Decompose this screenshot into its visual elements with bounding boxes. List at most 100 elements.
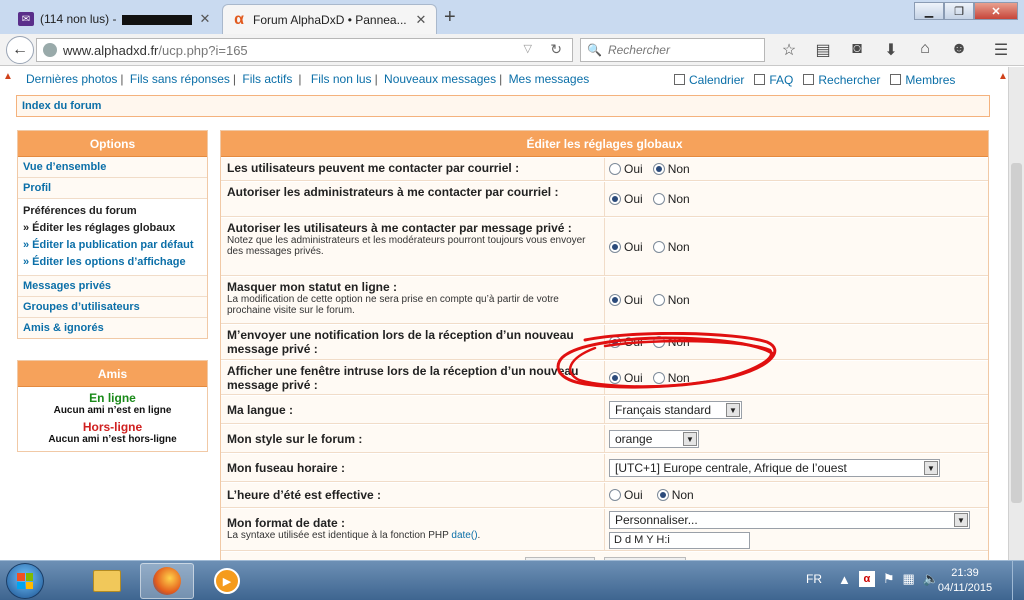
windows-taskbar: ▶ FR ▲ α ⚑ ▦ 🔈 21:39 04/11/2015 — [0, 560, 1024, 600]
browser-search-input[interactable]: 🔍 Rechercher — [580, 38, 765, 62]
link-search[interactable]: Rechercher — [803, 73, 880, 87]
back-arrow-icon[interactable]: ← — [6, 36, 34, 64]
sidebar-item-display-options[interactable]: » Éditer les options d’affichage — [23, 254, 202, 271]
pocket-icon[interactable]: ◙ — [840, 40, 874, 60]
setting-label: Autoriser les administrateurs à me conta… — [227, 185, 559, 199]
breadcrumb: Index du forum — [16, 95, 990, 117]
tab-forum[interactable]: α Forum AlphaDxD • Pannea... ✕ — [222, 4, 437, 34]
php-date-link[interactable]: date() — [451, 530, 477, 541]
dateformat-input[interactable]: D d M Y H:i — [609, 531, 750, 549]
sidebar-item-usergroups[interactable]: Groupes d’utilisateurs — [18, 297, 207, 318]
setting-label: Les utilisateurs peuvent me contacter pa… — [227, 161, 520, 175]
setting-row-admin-email: Autoriser les administrateurs à me conta… — [221, 182, 988, 217]
antivirus-icon[interactable]: α — [858, 571, 875, 587]
link-unread[interactable]: Fils non lus — [311, 72, 372, 86]
window-controls: ▁ ❐ ✕ — [914, 2, 1018, 20]
close-icon[interactable]: ✕ — [198, 11, 212, 27]
download-icon[interactable]: ⬇ — [874, 40, 908, 60]
minimize-button[interactable]: ▁ — [914, 2, 944, 20]
close-icon[interactable]: ✕ — [414, 12, 428, 28]
radio-yes[interactable] — [609, 371, 621, 384]
sidebar-item-friends-foes[interactable]: Amis & ignorés — [18, 318, 207, 338]
timezone-label: Mon fuseau horaire : — [227, 461, 346, 475]
taskbar-firefox[interactable] — [140, 563, 194, 599]
new-tab-icon[interactable]: + — [444, 6, 456, 29]
maximize-button[interactable]: ❐ — [944, 2, 974, 20]
setting-label: Afficher une fenêtre intruse lors de la … — [227, 364, 579, 392]
windows-logo-icon — [17, 573, 33, 589]
bookmark-star-icon[interactable]: ☆ — [772, 40, 806, 60]
timezone-select[interactable]: [UTC+1] Europe centrale, Afrique de l’ou… — [609, 458, 940, 477]
offline-note: Aucun ami n’est hors-ligne — [48, 434, 177, 445]
setting-row-style: Mon style sur le forum : orange ▼ — [221, 425, 988, 453]
link-new-posts[interactable]: Nouveaux messages — [384, 72, 496, 86]
sidebar-friends-title: Amis — [18, 361, 207, 387]
dropdown-arrow-icon[interactable]: ▽ — [524, 42, 532, 55]
radio-no[interactable] — [652, 336, 665, 348]
link-faq[interactable]: FAQ — [754, 73, 793, 87]
close-window-button[interactable]: ✕ — [974, 2, 1018, 20]
menu-icon[interactable]: ☰ — [984, 40, 1018, 60]
sidebar-item-private-messages[interactable]: Messages privés — [18, 276, 207, 297]
show-hidden-icons-icon[interactable]: ▲ — [838, 572, 851, 587]
search-placeholder: Rechercher — [607, 43, 670, 57]
radio-no[interactable] — [656, 489, 669, 501]
language-indicator[interactable]: FR — [806, 572, 822, 586]
action-center-flag-icon[interactable]: ⚑ — [883, 571, 895, 587]
radio-no[interactable] — [652, 240, 665, 253]
vertical-scrollbar[interactable] — [1008, 67, 1024, 560]
sidebar-item-profile[interactable]: Profil — [18, 178, 207, 199]
breadcrumb-index-link[interactable]: Index du forum — [22, 100, 101, 112]
friends-status: En ligne Aucun ami n’est en ligne Hors-l… — [18, 387, 207, 451]
triangle-icon: ▲ — [998, 71, 1008, 82]
chevron-down-icon: ▼ — [924, 460, 938, 475]
browser-tab-bar: ✉ (114 non lus) - ✕ α Forum AlphaDxD • P… — [0, 0, 1024, 34]
radio-yes[interactable] — [609, 193, 621, 205]
show-desktop-button[interactable] — [1012, 561, 1024, 600]
reading-list-icon[interactable]: ▤ — [806, 40, 840, 60]
start-button[interactable] — [6, 563, 44, 599]
radio-yes[interactable] — [609, 336, 621, 348]
link-calendar[interactable]: Calendrier — [674, 73, 744, 87]
radio-yes[interactable] — [609, 240, 621, 253]
setting-label: M’envoyer une notification lors de la ré… — [227, 328, 574, 356]
global-settings-panel: Éditer les réglages globaux Les utilisat… — [220, 130, 989, 560]
setting-row-hide-online: Masquer mon statut en ligne : La modifica… — [221, 277, 988, 324]
radio-yes[interactable] — [609, 294, 621, 306]
setting-row-popup-pm: Afficher une fenêtre intruse lors de la … — [221, 361, 988, 395]
dateformat-select[interactable]: Personnaliser... ▼ — [609, 510, 970, 529]
link-my-posts[interactable]: Mes messages — [509, 72, 590, 86]
reload-icon[interactable]: ↻ — [550, 41, 562, 58]
sidebar-options-title: Options — [18, 131, 207, 157]
navigation-bar: ← www.alphadxd.fr /ucp.php?i=165 ▽ ↻ 🔍 R… — [0, 34, 1024, 66]
language-select[interactable]: Français standard ▼ — [609, 400, 742, 419]
radio-no[interactable] — [652, 193, 665, 205]
radio-yes[interactable] — [609, 489, 621, 501]
sidebar-item-posting-defaults[interactable]: » Éditer la publication par défaut — [23, 237, 202, 254]
taskbar-explorer[interactable] — [80, 563, 134, 599]
home-icon[interactable]: ⌂ — [908, 40, 942, 60]
link-active-topics[interactable]: Fils actifs — [242, 72, 292, 86]
hello-icon[interactable]: ☻ — [942, 40, 976, 60]
scrollbar-thumb[interactable] — [1011, 163, 1022, 503]
address-bar[interactable]: www.alphadxd.fr /ucp.php?i=165 ▽ ↻ — [36, 38, 573, 62]
radio-yes[interactable] — [609, 163, 621, 175]
tab-mail[interactable]: ✉ (114 non lus) - ✕ — [10, 4, 220, 34]
sidebar-item-overview[interactable]: Vue d’ensemble — [18, 157, 207, 178]
radio-no[interactable] — [652, 163, 665, 175]
setting-row-dst: L’heure d’été est effective : Oui Non — [221, 483, 988, 508]
link-unanswered[interactable]: Fils sans réponses — [130, 72, 230, 86]
setting-row-pm: Autoriser les utilisateurs à me contacte… — [221, 218, 988, 276]
network-icon[interactable]: ▦ — [903, 571, 915, 587]
taskbar-media-player[interactable]: ▶ — [200, 563, 254, 599]
clock-time: 21:39 — [951, 567, 979, 579]
system-tray: FR ▲ α ⚑ ▦ 🔈 — [806, 571, 947, 587]
radio-no[interactable] — [652, 371, 665, 384]
link-latest-photos[interactable]: Dernières photos — [26, 72, 117, 86]
sidebar-item-global-settings[interactable]: » Éditer les réglages globaux — [23, 220, 202, 237]
style-select[interactable]: orange ▼ — [609, 429, 699, 448]
clock[interactable]: 21:39 04/11/2015 — [935, 566, 995, 596]
sidebar-options: Options Vue d’ensemble Profil Préférence… — [17, 130, 208, 339]
radio-no[interactable] — [652, 294, 665, 306]
link-members[interactable]: Membres — [890, 73, 955, 87]
